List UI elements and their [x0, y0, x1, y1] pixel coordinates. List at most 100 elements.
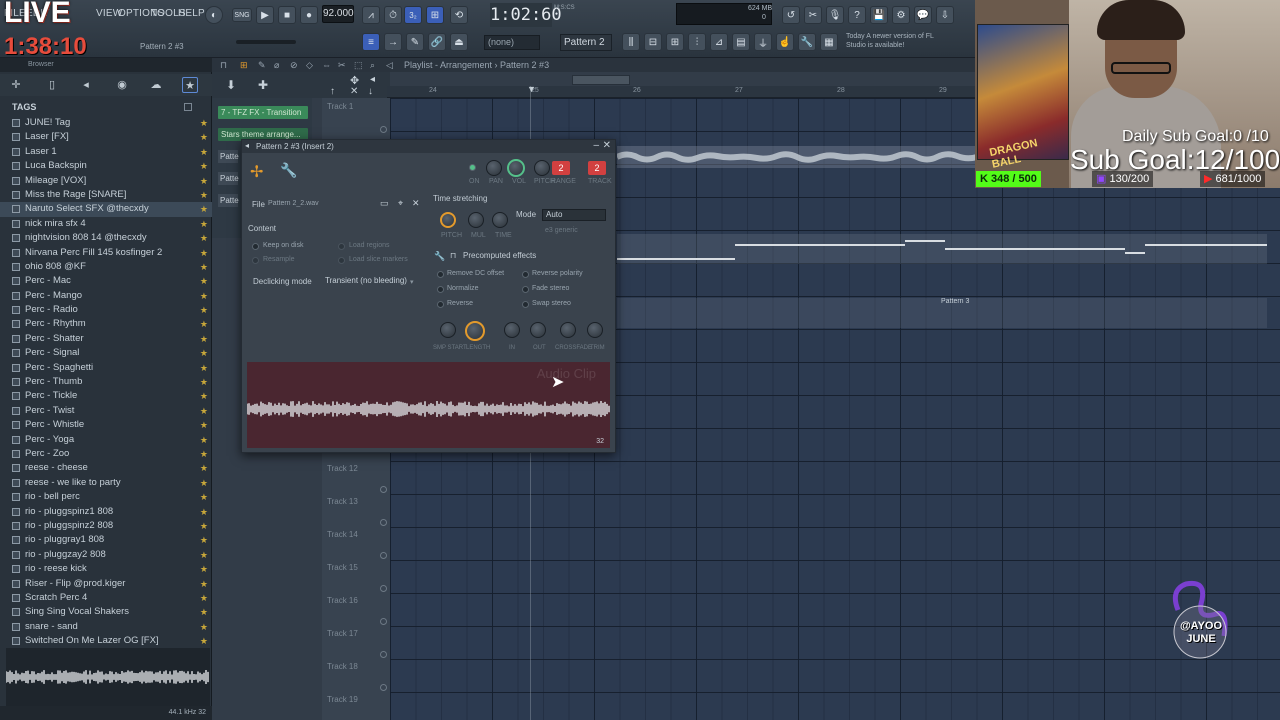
select-tool-icon[interactable]: ⬚: [354, 58, 363, 72]
master-volume-slider[interactable]: [236, 40, 296, 44]
browser-item[interactable]: Perc - Yoga ★: [0, 433, 212, 447]
track-label[interactable]: Track 14: [327, 530, 358, 539]
menu-help[interactable]: HELP: [178, 8, 205, 19]
expand-icon[interactable]: ✛: [8, 77, 24, 93]
file-icon[interactable]: ▯: [44, 77, 60, 93]
metronome-icon[interactable]: ⩘: [362, 6, 380, 24]
cut-icon[interactable]: ✂: [804, 6, 822, 24]
magnet-icon[interactable]: ⊓: [220, 58, 227, 72]
favorite-star-icon[interactable]: ★: [200, 202, 208, 216]
step-edit-icon[interactable]: ⊞: [426, 6, 444, 24]
browser-item[interactable]: reese - cheese ★: [0, 461, 212, 475]
arrow-icon[interactable]: →: [384, 33, 402, 51]
favorite-star-icon[interactable]: ★: [200, 289, 208, 303]
favorite-star-icon[interactable]: ★: [200, 246, 208, 260]
wrench-icon[interactable]: 🔧: [798, 33, 816, 51]
browser-item[interactable]: Scratch Perc 4 ★: [0, 591, 212, 605]
track-mute-button[interactable]: [380, 126, 387, 133]
effect-radio[interactable]: [522, 301, 529, 308]
browser-item[interactable]: Nirvana Perc Fill 145 kosfinger 2 ★: [0, 246, 212, 260]
link-icon[interactable]: 🔗: [428, 33, 446, 51]
browser-item[interactable]: Mileage [VOX] ★: [0, 174, 212, 188]
slice-tool-icon[interactable]: ✂: [338, 58, 346, 72]
favorite-star-icon[interactable]: ★: [200, 145, 208, 159]
download-icon[interactable]: ⇩: [936, 6, 954, 24]
favorite-star-icon[interactable]: ★: [200, 174, 208, 188]
browser-item[interactable]: JUNE! Tag ★: [0, 116, 212, 130]
tempo-display[interactable]: 92.000: [322, 5, 354, 23]
browser-item[interactable]: rio - bell perc ★: [0, 490, 212, 504]
browser-item[interactable]: Perc - Zoo ★: [0, 447, 212, 461]
file-icon[interactable]: ▤: [732, 33, 750, 51]
remove-file-icon[interactable]: ✕: [412, 198, 420, 209]
touch-icon[interactable]: ☝: [776, 33, 794, 51]
sample-waveform-view[interactable]: Audio Clip 32 ➤: [247, 362, 610, 448]
track-mute-button[interactable]: [380, 486, 387, 493]
favorite-star-icon[interactable]: ★: [200, 317, 208, 331]
browser-item[interactable]: Switched On Me Lazer OG [FX] ★: [0, 634, 212, 648]
favorite-star-icon[interactable]: ★: [200, 433, 208, 447]
mode-select[interactable]: Auto: [542, 209, 606, 221]
favorite-star-icon[interactable]: ★: [200, 519, 208, 533]
favorite-star-icon[interactable]: ★: [200, 533, 208, 547]
pitch-knob[interactable]: [534, 160, 550, 176]
browser-item[interactable]: rio - reese kick ★: [0, 562, 212, 576]
loop-record-icon[interactable]: ⟲: [450, 6, 468, 24]
favorite-star-icon[interactable]: ★: [200, 116, 208, 130]
pattern-clip[interactable]: Patte: [218, 172, 239, 185]
browser-item[interactable]: Perc - Signal ★: [0, 346, 212, 360]
snap-icon[interactable]: ⊞: [240, 58, 248, 72]
browser-item[interactable]: Perc - Radio ★: [0, 303, 212, 317]
pattern-selector[interactable]: Pattern 2: [560, 34, 612, 51]
favorite-star-icon[interactable]: ★: [200, 274, 208, 288]
plugin-icon[interactable]: ◂: [78, 77, 94, 93]
range-value[interactable]: 2: [552, 161, 570, 175]
out-knob[interactable]: [530, 322, 546, 338]
browser-item[interactable]: Perc - Whistle ★: [0, 418, 212, 432]
playlist-icon[interactable]: ≡: [362, 33, 380, 51]
browser-item[interactable]: Perc - Thumb ★: [0, 375, 212, 389]
minimize-icon[interactable]: –: [593, 140, 599, 151]
favorite-star-icon[interactable]: ★: [200, 389, 208, 403]
track-mute-button[interactable]: [380, 618, 387, 625]
pattern-clip-3[interactable]: Pattern 3: [617, 298, 1267, 328]
pattern-clip[interactable]: Patte: [218, 194, 239, 207]
favorite-star-icon[interactable]: ★: [200, 346, 208, 360]
delete-tool-icon[interactable]: ⊘: [290, 58, 298, 72]
track-label[interactable]: Track 18: [327, 662, 358, 671]
effect-radio[interactable]: [437, 286, 444, 293]
browser-item[interactable]: rio - pluggzay2 808 ★: [0, 548, 212, 562]
locate-icon[interactable]: ⌖: [398, 198, 403, 209]
tree-icon[interactable]: ⊿: [710, 33, 728, 51]
sample-preview[interactable]: [5, 648, 210, 706]
track-mute-button[interactable]: [380, 684, 387, 691]
favorite-star-icon[interactable]: ★: [200, 303, 208, 317]
effect-radio[interactable]: [437, 301, 444, 308]
mic-icon[interactable]: 🎙: [826, 6, 844, 24]
browser-item[interactable]: nick mira sfx 4 ★: [0, 217, 212, 231]
globe-icon[interactable]: ◉: [114, 77, 130, 93]
arrow-up-icon[interactable]: ↑: [330, 86, 335, 97]
favorite-star-icon[interactable]: ★: [200, 591, 208, 605]
favorite-star-icon[interactable]: ★: [200, 418, 208, 432]
pattern-clip-notes[interactable]: [617, 234, 1267, 264]
undo-icon[interactable]: ↺: [782, 6, 800, 24]
pan-knob[interactable]: [486, 160, 502, 176]
favorite-star-icon[interactable]: ★: [200, 562, 208, 576]
browser-item[interactable]: Sing Sing Vocal Shakers ★: [0, 605, 212, 619]
playlist-scrollbar[interactable]: [572, 75, 630, 85]
track-mute-button[interactable]: [380, 585, 387, 592]
in-knob[interactable]: [504, 322, 520, 338]
track-label[interactable]: Track 17: [327, 629, 358, 638]
close-icon[interactable]: ✕: [603, 140, 611, 151]
resample-radio[interactable]: [252, 257, 259, 264]
zoom-tool-icon[interactable]: ⌕: [370, 58, 375, 72]
ts-mul-knob[interactable]: [468, 212, 484, 228]
track-label[interactable]: Track 1: [327, 102, 353, 111]
update-notice[interactable]: Today A newer version of FL Studio is av…: [846, 32, 946, 50]
stop-icon[interactable]: ■: [278, 6, 296, 24]
crossfade-knob[interactable]: [560, 322, 576, 338]
favorite-star-icon[interactable]: ★: [200, 577, 208, 591]
draw-tool-icon[interactable]: ✎: [258, 58, 266, 72]
keep-on-disk-radio[interactable]: [252, 243, 259, 250]
